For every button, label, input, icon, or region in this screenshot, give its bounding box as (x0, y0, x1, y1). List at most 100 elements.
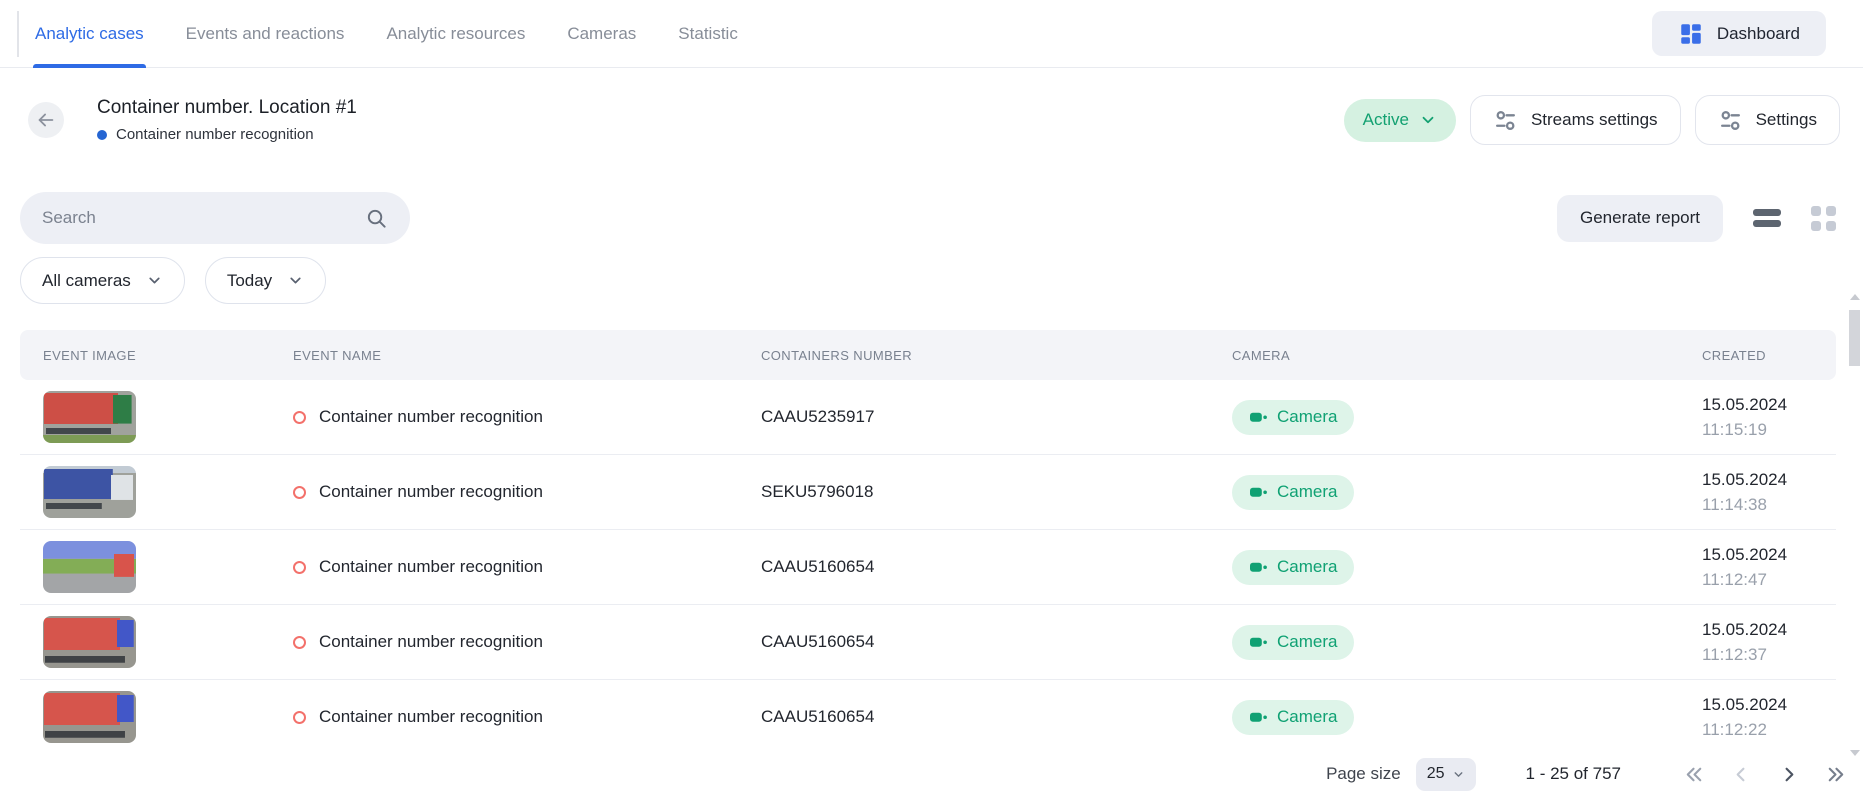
event-image-thumbnail[interactable] (43, 616, 136, 668)
column-header-event-name: EVENT NAME (293, 347, 382, 363)
event-image-thumbnail[interactable] (43, 541, 136, 593)
event-name-cell: Container number recognition (293, 707, 761, 727)
search-box[interactable] (20, 192, 410, 244)
event-image-cell (43, 391, 293, 443)
table-row[interactable]: Container number recognition CAAU5235917 C… (20, 380, 1836, 455)
video-camera-icon (1249, 559, 1268, 576)
scroll-up-icon[interactable] (1849, 294, 1860, 300)
page-subtitle: Container number recognition (97, 126, 357, 143)
table-body: Container number recognition CAAU5235917 C… (20, 380, 1836, 755)
created-cell: 15.05.2024 11:15:19 (1702, 395, 1836, 440)
nav-left-divider (17, 10, 19, 57)
status-badge: Active (1362, 110, 1409, 129)
page-size-label: Page size (1326, 764, 1401, 783)
list-view-toggle[interactable] (1753, 209, 1781, 227)
event-image-cell (43, 616, 293, 668)
title-block: Container number. Location #1 Container … (97, 97, 357, 143)
camera-badge[interactable]: Camera (1232, 699, 1355, 735)
settings-button[interactable]: Settings (1694, 95, 1840, 145)
table-row[interactable]: Container number recognition SEKU5796018 C… (20, 455, 1836, 530)
camera-badge[interactable]: Camera (1232, 549, 1355, 585)
created-date: 15.05.2024 (1702, 394, 1788, 414)
tab-statistic[interactable]: Statistic (678, 0, 738, 67)
sliders-icon (1718, 108, 1743, 133)
camera-cell: Camera (1232, 474, 1702, 510)
event-name: Container number recognition (319, 707, 543, 726)
dashboard-icon (1678, 21, 1704, 47)
toolbar-right: Generate report (1556, 194, 1836, 242)
first-page-icon[interactable] (1683, 763, 1706, 786)
video-camera-icon (1249, 634, 1268, 651)
date-filter-label: Today (226, 270, 273, 290)
camera-badge[interactable]: Camera (1232, 474, 1355, 510)
analytic-type-dot-icon (97, 129, 107, 140)
created-date: 15.05.2024 (1702, 544, 1788, 564)
cameras-filter-label: All cameras (42, 270, 131, 290)
event-name-cell: Container number recognition (293, 482, 761, 502)
event-image-cell (43, 691, 293, 743)
tab-analytic-cases[interactable]: Analytic cases (33, 0, 146, 68)
event-name-cell: Container number recognition (293, 632, 761, 652)
event-image-thumbnail[interactable] (43, 466, 136, 518)
generate-report-button[interactable]: Generate report (1556, 194, 1723, 242)
tab-analytic-resources[interactable]: Analytic resources (386, 0, 525, 67)
container-number: CAAU5160654 (761, 707, 875, 726)
search-input[interactable] (42, 208, 365, 228)
table-row[interactable]: Container number recognition CAAU5160654 C… (20, 530, 1836, 605)
chevron-down-icon (1452, 768, 1465, 781)
table-scrollbar[interactable] (1848, 294, 1861, 756)
event-type-ring-icon (293, 485, 306, 499)
pagination-range: 1 - 25 of 757 (1525, 764, 1621, 783)
scrollbar-thumb[interactable] (1849, 310, 1860, 366)
tab-cameras[interactable]: Cameras (567, 0, 636, 67)
video-camera-icon (1249, 709, 1268, 726)
created-date: 15.05.2024 (1702, 694, 1788, 714)
camera-cell: Camera (1232, 399, 1702, 435)
tab-events-and-reactions[interactable]: Events and reactions (186, 0, 345, 67)
created-cell: 15.05.2024 11:12:37 (1702, 620, 1836, 665)
created-date: 15.05.2024 (1702, 469, 1788, 489)
status-dropdown[interactable]: Active (1343, 98, 1456, 142)
dashboard-button-label: Dashboard (1716, 23, 1800, 43)
page-size-value: 25 (1426, 765, 1445, 782)
column-header-camera: CAMERA (1232, 347, 1291, 363)
container-number: CAAU5160654 (761, 557, 875, 576)
created-time: 11:12:22 (1702, 719, 1767, 739)
nav-tabs: Analytic cases Events and reactions Analyt… (33, 0, 738, 68)
event-type-ring-icon (293, 710, 306, 724)
video-camera-icon (1249, 409, 1268, 426)
table-row[interactable]: Container number recognition CAAU5160654 C… (20, 680, 1836, 755)
event-image-thumbnail[interactable] (43, 691, 136, 743)
page-header: Container number. Location #1 Container … (28, 92, 1840, 148)
camera-badge-label: Camera (1277, 407, 1338, 426)
grid-view-toggle[interactable] (1811, 205, 1836, 231)
toolbar: Generate report (20, 192, 1836, 244)
cameras-filter-dropdown[interactable]: All cameras (20, 257, 185, 304)
events-table: EVENT IMAGE EVENT NAME CONTAINERS NUMBER CA… (20, 330, 1836, 755)
camera-badge[interactable]: Camera (1232, 624, 1355, 660)
dashboard-button[interactable]: Dashboard (1651, 11, 1826, 56)
next-page-icon[interactable] (1777, 763, 1800, 786)
last-page-icon[interactable] (1824, 763, 1847, 786)
camera-badge-label: Camera (1277, 707, 1338, 726)
event-image-thumbnail[interactable] (43, 391, 136, 443)
created-time: 11:12:47 (1702, 569, 1767, 589)
scroll-down-icon[interactable] (1849, 750, 1860, 756)
table-row[interactable]: Container number recognition CAAU5160654 C… (20, 605, 1836, 680)
table-header-row: EVENT IMAGE EVENT NAME CONTAINERS NUMBER CA… (20, 330, 1836, 380)
created-time: 11:15:19 (1702, 419, 1767, 439)
back-button[interactable] (28, 102, 64, 138)
video-camera-icon (1249, 484, 1268, 501)
streams-settings-button[interactable]: Streams settings (1469, 95, 1681, 145)
camera-badge-label: Camera (1277, 557, 1338, 576)
previous-page-icon[interactable] (1730, 763, 1753, 786)
chevron-down-icon (1419, 111, 1437, 129)
container-number: CAAU5160654 (761, 632, 875, 651)
camera-badge[interactable]: Camera (1232, 399, 1355, 435)
page-subtitle-label: Container number recognition (116, 126, 314, 143)
search-icon (365, 207, 388, 230)
chevron-down-icon (146, 272, 163, 289)
top-navigation: Analytic cases Events and reactions Analyt… (0, 0, 1863, 68)
date-filter-dropdown[interactable]: Today (204, 257, 327, 304)
page-size-select[interactable]: 25 (1415, 757, 1476, 791)
